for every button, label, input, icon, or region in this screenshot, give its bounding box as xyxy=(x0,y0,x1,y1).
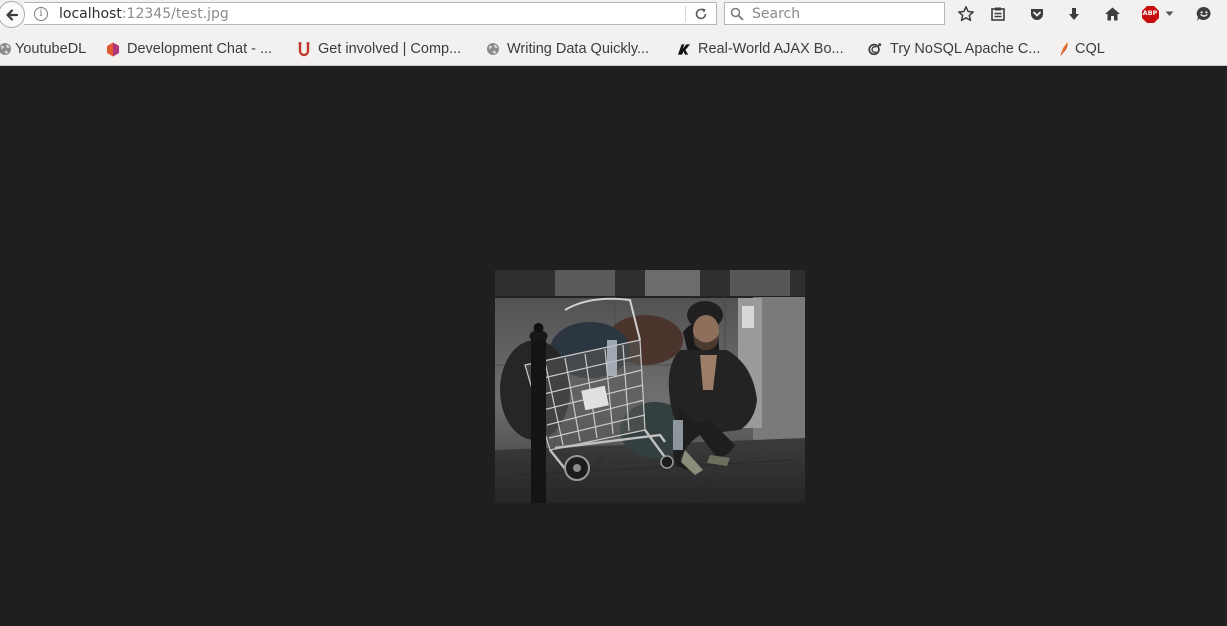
bookmark-item[interactable]: Get involved | Comp... xyxy=(297,39,461,59)
bookmarks-toolbar: YoutubeDL Development Chat - ... Get inv… xyxy=(0,30,1227,66)
at-icon xyxy=(868,42,882,56)
navigation-toolbar: i localhost:12345/test.jpg Search ABP xyxy=(0,0,1227,30)
chevron-down-icon[interactable] xyxy=(1163,4,1175,24)
bookmark-item[interactable]: Writing Data Quickly... xyxy=(486,39,649,59)
smiley-icon[interactable] xyxy=(1194,4,1214,24)
bookmark-label: Try NoSQL Apache C... xyxy=(890,41,1041,57)
bookmark-label: CQL xyxy=(1075,41,1105,57)
globe-icon xyxy=(0,42,12,56)
bookmark-item[interactable]: Real-World AJAX Bo... xyxy=(677,39,844,59)
bookmark-label: Get involved | Comp... xyxy=(318,41,462,57)
reload-icon[interactable] xyxy=(692,5,710,23)
hexagon-icon xyxy=(106,42,120,56)
bookmark-label: YoutubeDL xyxy=(15,41,87,57)
search-placeholder: Search xyxy=(752,5,801,22)
download-icon[interactable] xyxy=(1064,4,1084,24)
search-input[interactable]: Search xyxy=(724,2,945,25)
bookmark-label: Development Chat - ... xyxy=(127,41,273,57)
bookmark-item[interactable]: YoutubeDL xyxy=(0,39,86,59)
url-divider xyxy=(685,6,686,22)
bookmark-item[interactable]: CQL xyxy=(1059,39,1105,59)
displayed-image[interactable] xyxy=(495,270,805,503)
logo-icon xyxy=(677,42,691,56)
bookmark-item[interactable]: Development Chat - ... xyxy=(106,39,272,59)
ubuntu-icon xyxy=(297,41,311,56)
info-icon[interactable]: i xyxy=(34,6,48,21)
bookmark-label: Real-World AJAX Bo... xyxy=(698,41,844,57)
search-icon xyxy=(730,6,746,22)
url-path: :12345/test.jpg xyxy=(121,5,229,22)
pocket-icon[interactable] xyxy=(1027,4,1047,24)
home-icon[interactable] xyxy=(1102,4,1122,24)
globe-icon xyxy=(486,42,500,56)
back-arrow-icon xyxy=(5,8,18,21)
feather-icon xyxy=(1059,41,1069,56)
back-button[interactable] xyxy=(0,1,25,28)
image-viewer xyxy=(0,67,1227,626)
star-icon[interactable] xyxy=(956,4,976,24)
url-host: localhost xyxy=(59,5,122,22)
adblock-label: ABP xyxy=(1142,9,1158,17)
adblock-icon[interactable]: ABP xyxy=(1140,4,1160,24)
bookmark-item[interactable]: Try NoSQL Apache C... xyxy=(868,39,1040,59)
reading-list-icon[interactable] xyxy=(988,4,1008,24)
url-bar[interactable]: i localhost:12345/test.jpg xyxy=(24,2,717,25)
bookmark-label: Writing Data Quickly... xyxy=(507,41,650,57)
